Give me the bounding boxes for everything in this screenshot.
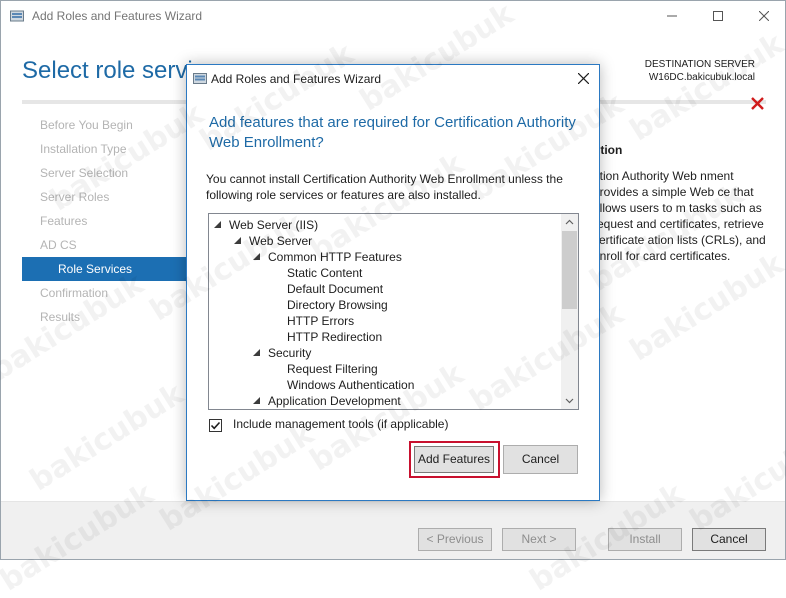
cancel-button[interactable]: Cancel [692,528,766,551]
dialog-close-button[interactable] [569,67,597,91]
nav-item[interactable]: Confirmation [22,281,187,305]
tree-item[interactable]: Security [252,345,311,361]
tree-expanded-icon[interactable] [213,220,222,229]
tree-item[interactable]: HTTP Redirection [287,329,382,345]
minimize-button[interactable] [649,1,695,31]
chevron-down-icon [565,398,574,404]
tree-item[interactable]: Directory Browsing [287,297,388,313]
tree-item-label: Web Server (IIS) [229,218,319,232]
maximize-icon [713,11,723,21]
nav-item[interactable]: Features [22,209,187,233]
tree-item-label: Windows Authentication [287,378,415,392]
tree-expanded-icon[interactable] [252,252,261,261]
chevron-up-icon [565,219,574,225]
tree-item-label: Common HTTP Features [268,250,402,264]
tree-item-label: HTTP Errors [287,314,355,328]
tree-item-label: Request Filtering [287,362,378,376]
main-titlebar: Add Roles and Features Wizard [1,1,785,31]
tree-item-label: Security [268,346,312,360]
tree-item[interactable]: Application Development [252,393,401,409]
dialog-cancel-button[interactable]: Cancel [503,445,578,474]
scroll-down-button[interactable] [561,392,578,409]
tree-item[interactable]: Web Server (IIS) [213,217,318,233]
tree-item[interactable]: Request Filtering [287,361,378,377]
next-button[interactable]: Next > [502,528,576,551]
tree-item-label: Web Server [249,234,313,248]
tree-expanded-icon[interactable] [252,348,261,357]
close-icon [577,72,589,85]
scroll-up-button[interactable] [561,214,578,231]
nav-item[interactable]: Server Roles [22,185,187,209]
destination-server-info: DESTINATION SERVER W16DC.bakicubuk.local [645,58,755,84]
tree-scrollbar[interactable] [561,214,578,409]
tree-item-label: HTTP Redirection [287,330,383,344]
destination-server-name: W16DC.bakicubuk.local [648,72,755,83]
nav-item[interactable]: Results [22,305,187,329]
tree-item-label: Default Document [287,282,384,296]
maximize-button[interactable] [695,1,741,31]
close-icon [759,11,769,21]
tree-item[interactable]: Static Content [287,265,362,281]
dialog-heading: Add features that are required for Certi… [209,114,576,151]
destination-label: DESTINATION SERVER [644,59,755,70]
nav-item[interactable]: Installation Type [22,137,187,161]
nav-item[interactable]: Before You Begin [22,113,187,137]
include-management-tools-checkbox[interactable] [209,419,222,432]
tree-item-label: Application Development [268,394,401,408]
tree-item[interactable]: HTTP Errors [287,313,354,329]
nav-item[interactable]: AD CS [22,233,187,257]
install-button[interactable]: Install [608,528,682,551]
required-features-tree[interactable]: Web Server (IIS) Web Server Common HTTP Fe… [208,213,579,410]
page-title: Select role servic [22,57,205,84]
tree-expanded-icon[interactable] [233,236,242,245]
nav-item[interactable]: Server Selection [22,161,187,185]
dialog-titlebar: Add Roles and Features Wizard [187,65,599,91]
nav-item[interactable]: Role Services [22,257,187,281]
tree-item[interactable]: Windows Authentication [287,377,414,393]
description-text: ation Authority Web nment provides a sim… [593,169,766,263]
add-features-button[interactable]: Add Features [414,446,494,473]
server-manager-icon [193,72,207,85]
main-window-title: Add Roles and Features Wizard [32,9,203,23]
server-manager-icon [10,9,24,23]
tree-item-label: Directory Browsing [287,298,388,312]
close-window-button[interactable] [741,1,786,31]
add-features-dialog: Add Roles and Features Wizard Add featur… [186,64,600,501]
minimize-icon [667,15,677,17]
dialog-title: Add Roles and Features Wizard [211,72,382,86]
wizard-nav: Before You Begin Installation Type Server … [22,113,187,329]
tree-expanded-icon[interactable] [252,396,261,405]
error-icon[interactable] [751,94,764,115]
tree-item-label: Static Content [287,266,363,280]
tree-item[interactable]: Web Server [233,233,312,249]
tree-item[interactable]: Common HTTP Features [252,249,402,265]
tree-item[interactable]: Default Document [287,281,383,297]
scroll-thumb[interactable] [562,231,577,309]
include-management-tools-label[interactable]: Include management tools (if applicable) [233,417,448,431]
wizard-footer: < Previous Next > Install Cancel [1,501,785,559]
previous-button[interactable]: < Previous [418,528,492,551]
dialog-body-text: You cannot install Certification Authori… [206,172,563,202]
checkmark-icon [210,421,221,430]
